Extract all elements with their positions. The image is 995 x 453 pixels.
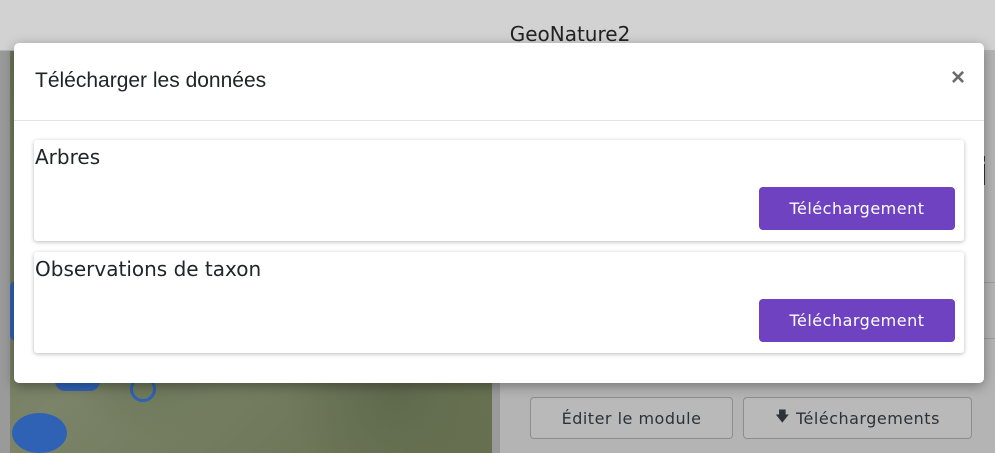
edit-module-button[interactable]: Éditer le module: [530, 397, 733, 439]
arrow-down-icon: 🡇: [775, 409, 790, 425]
edit-module-label: Éditer le module: [561, 408, 702, 428]
export-card-arbres: Arbres Téléchargement: [34, 140, 964, 241]
downloads-label: Téléchargements: [796, 408, 940, 428]
export-title: Observations de taxon: [35, 257, 262, 281]
modal-title: Télécharger les données: [35, 69, 267, 92]
map-marker-cluster[interactable]: [12, 413, 67, 453]
modal-header: Télécharger les données ×: [14, 43, 984, 121]
download-modal: Télécharger les données × Arbres Télécha…: [14, 43, 984, 383]
download-button[interactable]: Téléchargement: [759, 299, 955, 342]
export-title: Arbres: [35, 145, 101, 169]
close-icon[interactable]: ×: [946, 63, 970, 93]
export-card-observations: Observations de taxon Téléchargement: [34, 252, 964, 353]
downloads-button[interactable]: 🡇 Téléchargements: [743, 397, 972, 439]
download-button[interactable]: Téléchargement: [759, 187, 955, 230]
